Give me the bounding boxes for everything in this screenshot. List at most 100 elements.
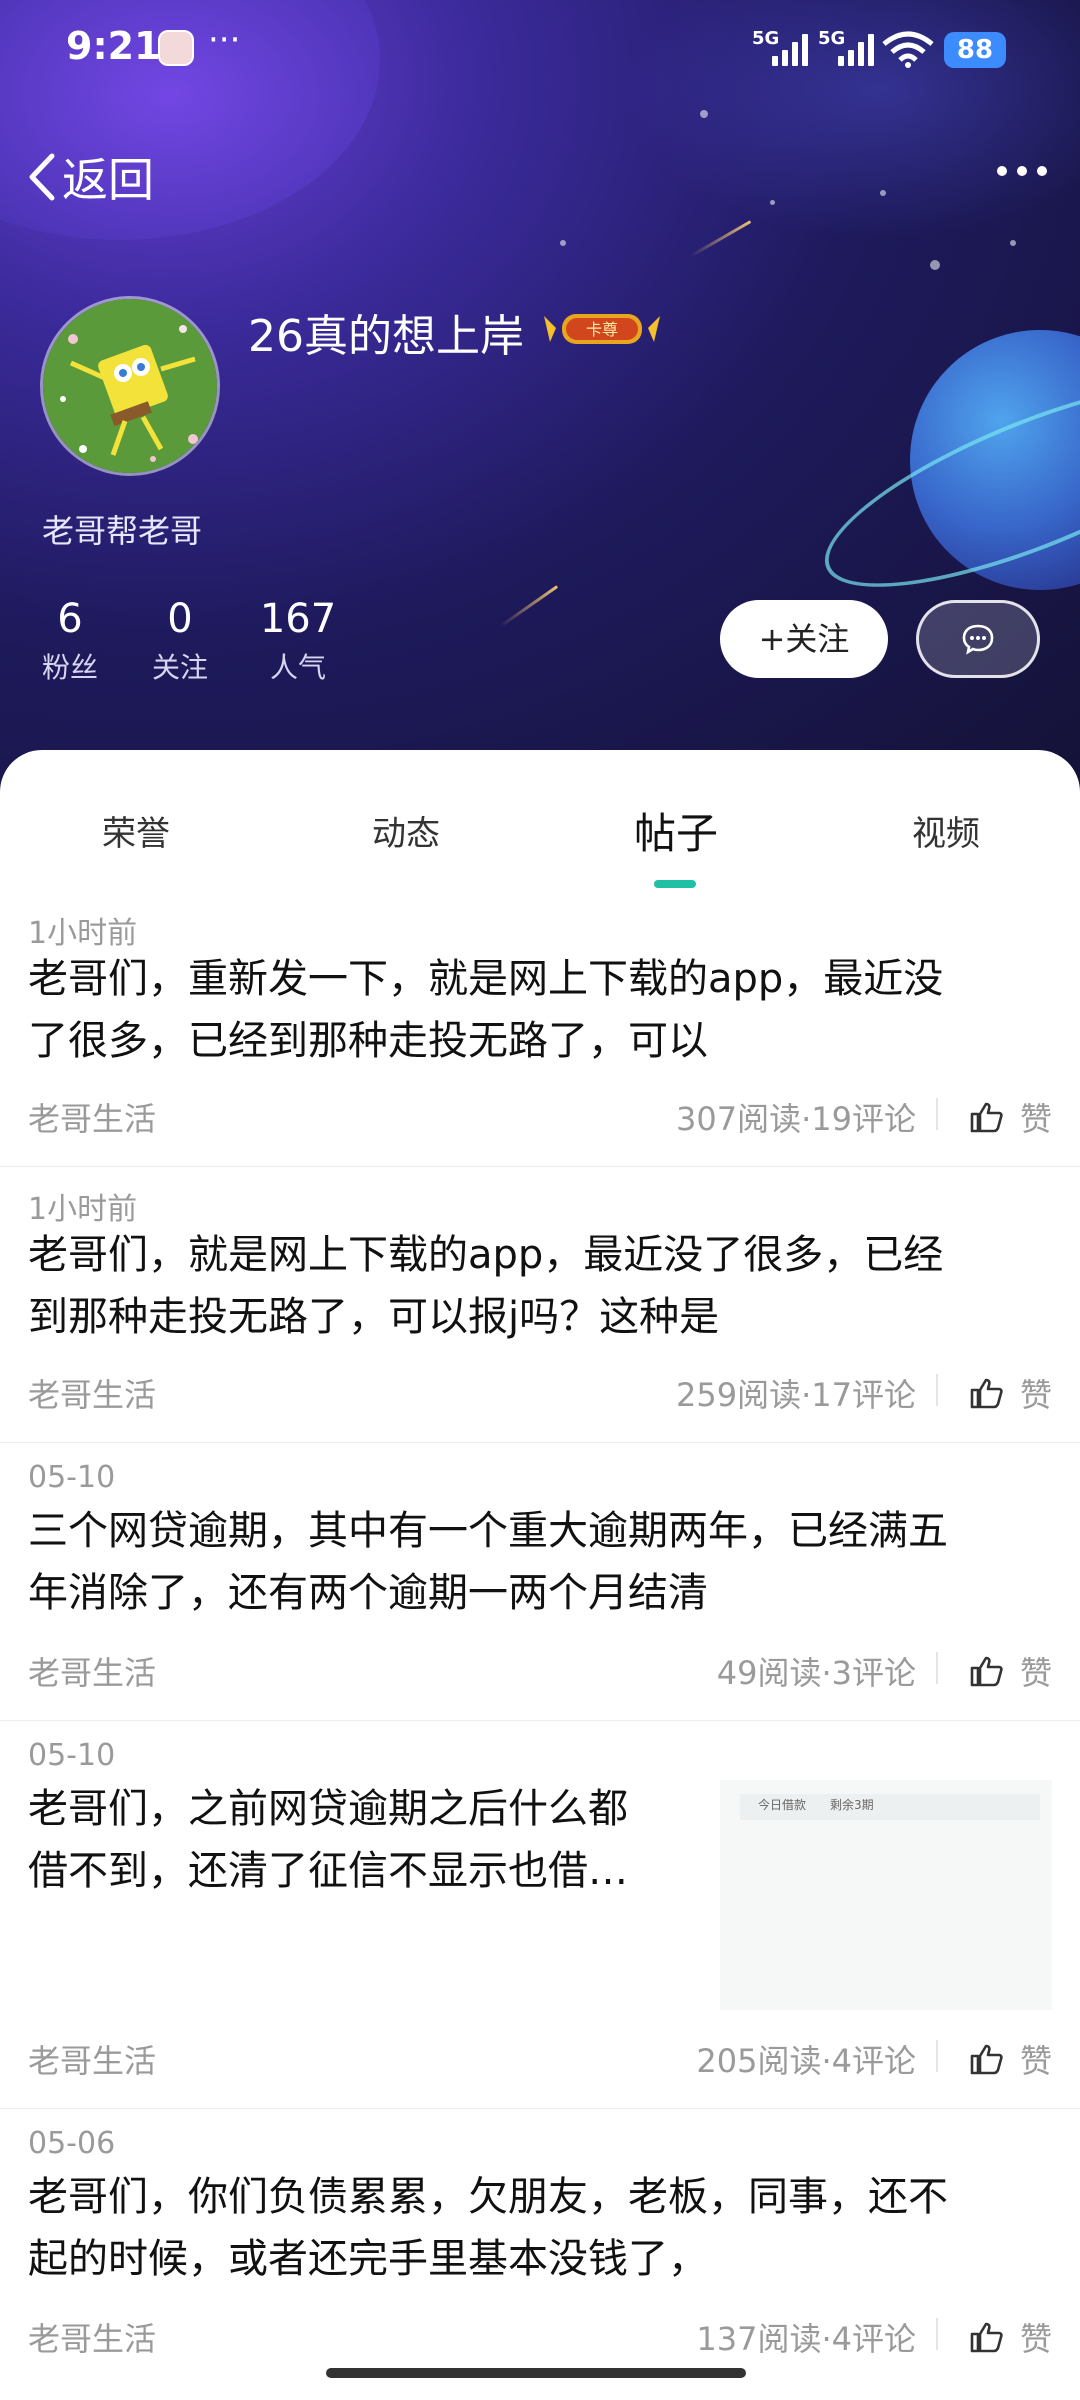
like-label: 赞 <box>1019 1100 1052 1138</box>
post-title-line: 借不到，还清了征信不显示也借… <box>28 1848 628 1894</box>
home-indicator[interactable] <box>326 2368 746 2378</box>
thumbnail-text: 剩余3期 <box>830 1798 874 1812</box>
post-category[interactable]: 老哥生活 <box>28 1648 156 1694</box>
wifi-icon <box>882 31 934 68</box>
thumbs-up-icon <box>970 1102 1003 1133</box>
star-decoration <box>700 110 708 118</box>
post-title: 老哥们，重新发一下，就是网上下载的app，最近没 了很多，已经到那种走投无路了，… <box>28 948 1048 1072</box>
stat-following[interactable]: 0 关注 <box>150 596 210 686</box>
avatar[interactable] <box>40 296 220 476</box>
like-label: 赞 <box>1019 2320 1052 2358</box>
more-icon[interactable] <box>992 156 1052 186</box>
profile-bio: 老哥帮老哥 <box>42 512 203 550</box>
post-category[interactable]: 老哥生活 <box>28 2314 156 2360</box>
signal-icon <box>772 32 808 66</box>
post-title-line: 老哥们，就是网上下载的app，最近没了很多，已经 <box>28 1232 944 1278</box>
star-decoration <box>880 190 886 196</box>
star-decoration <box>770 200 775 205</box>
tab-bar: 荣誉 动态 帖子 视频 <box>0 806 1080 886</box>
post-footer: 老哥生活 137阅读·4评论 赞 <box>28 2314 1052 2358</box>
stat-popularity: 167 人气 <box>256 596 340 686</box>
stat-label: 粉丝 <box>41 651 98 684</box>
stat-fans[interactable]: 6 粉丝 <box>40 596 100 686</box>
post-time: 05-10 <box>28 1460 116 1495</box>
post-category[interactable]: 老哥生活 <box>28 1094 156 1140</box>
signal-icon <box>838 32 874 66</box>
divider <box>936 1098 938 1130</box>
post-footer: 老哥生活 205阅读·4评论 赞 <box>28 2036 1052 2080</box>
stat-label: 关注 <box>151 651 208 684</box>
post-title-line: 老哥们，重新发一下，就是网上下载的app，最近没 <box>28 956 944 1002</box>
post-item[interactable]: 05-10 三个网贷逾期，其中有一个重大逾期两年，已经满五 年消除了，还有两个逾… <box>0 1442 1080 1721</box>
like-button[interactable]: 赞 <box>970 1648 1052 1694</box>
post-title-line: 三个网贷逾期，其中有一个重大逾期两年，已经满五 <box>28 1508 948 1554</box>
post-title-line: 到那种走投无路了，可以报j吗？这种是 <box>28 1294 720 1340</box>
follow-button[interactable]: +关注 <box>720 600 888 678</box>
stat-value: 6 <box>57 596 83 642</box>
post-footer: 老哥生活 49阅读·3评论 赞 <box>28 1648 1052 1692</box>
post-time: 05-10 <box>28 1738 116 1773</box>
post-title-line: 老哥们，之前网贷逾期之后什么都 <box>28 1786 628 1832</box>
thumbs-up-icon <box>970 1656 1003 1687</box>
star-decoration <box>560 240 566 246</box>
back-label: 返回 <box>62 153 154 207</box>
post-title-line: 起的时候，或者还完手里基本没钱了， <box>28 2236 708 2282</box>
like-button[interactable]: 赞 <box>970 1370 1052 1416</box>
meteor-decoration <box>499 585 559 628</box>
post-item[interactable]: 05-10 老哥们，之前网贷逾期之后什么都 借不到，还清了征信不显示也借… 今日… <box>0 1720 1080 2109</box>
vip-badge-text: 卡尊 <box>586 320 618 339</box>
thumbs-up-icon <box>970 1378 1003 1409</box>
post-counts: 205阅读·4评论 <box>696 2042 916 2080</box>
post-item[interactable]: 05-06 老哥们，你们负债累累，欠朋友，老板，同事，还不 起的时候，或者还完手… <box>0 2108 1080 2400</box>
post-title-line: 老哥们，你们负债累累，欠朋友，老板，同事，还不 <box>28 2174 948 2220</box>
post-title: 老哥们，之前网贷逾期之后什么都 借不到，还清了征信不显示也借… <box>28 1778 708 1902</box>
post-title: 老哥们，你们负债累累，欠朋友，老板，同事，还不 起的时候，或者还完手里基本没钱了… <box>28 2166 1048 2290</box>
stat-label: 人气 <box>269 651 326 684</box>
divider <box>936 1374 938 1406</box>
post-counts: 259阅读·17评论 <box>676 1376 916 1414</box>
profile-username: 26真的想上岸 <box>248 311 524 362</box>
like-button[interactable]: 赞 <box>970 2314 1052 2360</box>
stat-value: 0 <box>167 596 193 642</box>
post-title: 三个网贷逾期，其中有一个重大逾期两年，已经满五 年消除了，还有两个逾期一两个月结… <box>28 1500 1048 1624</box>
post-title-line: 年消除了，还有两个逾期一两个月结清 <box>28 1570 708 1616</box>
like-button[interactable]: 赞 <box>970 2036 1052 2082</box>
chat-bubble-icon <box>962 624 994 655</box>
status-time: 9:21 <box>66 24 161 68</box>
post-time: 1小时前 <box>28 1192 138 1227</box>
divider <box>936 2040 938 2072</box>
tab-posts[interactable]: 帖子 <box>576 800 776 861</box>
status-notification-icon <box>158 30 194 66</box>
divider <box>936 2318 938 2350</box>
thumbnail-text: 今日借款 <box>758 1798 807 1812</box>
tab-honors[interactable]: 荣誉 <box>36 806 236 855</box>
meteor-decoration <box>689 220 752 258</box>
tab-active-indicator <box>654 880 696 888</box>
battery-indicator: 88 <box>944 32 1006 68</box>
post-counts: 137阅读·4评论 <box>696 2320 916 2358</box>
post-category[interactable]: 老哥生活 <box>28 1370 156 1416</box>
post-time: 05-06 <box>28 2126 116 2161</box>
post-thumbnail[interactable]: 今日借款 剩余3期 <box>720 1780 1052 2010</box>
message-button[interactable] <box>916 600 1040 678</box>
status-more-dots: ··· <box>208 20 241 60</box>
post-footer: 老哥生活 259阅读·17评论 赞 <box>28 1370 1052 1414</box>
tab-activity[interactable]: 动态 <box>306 806 506 855</box>
post-footer: 老哥生活 307阅读·19评论 赞 <box>28 1094 1052 1138</box>
post-category[interactable]: 老哥生活 <box>28 2036 156 2082</box>
post-item[interactable]: 1小时前 老哥们，重新发一下，就是网上下载的app，最近没 了很多，已经到那种走… <box>0 900 1080 1167</box>
post-counts: 49阅读·3评论 <box>716 1654 916 1692</box>
back-button[interactable]: 返回 <box>26 144 154 210</box>
post-item[interactable]: 1小时前 老哥们，就是网上下载的app，最近没了很多，已经 到那种走投无路了，可… <box>0 1166 1080 1443</box>
status-bar: 9:21 ··· 5G 5G 88 <box>0 18 1080 78</box>
post-counts: 307阅读·19评论 <box>676 1100 916 1138</box>
star-decoration <box>1010 240 1016 246</box>
post-time: 1小时前 <box>28 916 138 951</box>
like-label: 赞 <box>1019 1376 1052 1414</box>
tab-videos[interactable]: 视频 <box>846 806 1046 855</box>
like-button[interactable]: 赞 <box>970 1094 1052 1140</box>
divider <box>936 1652 938 1684</box>
thumbs-up-icon <box>970 2044 1003 2075</box>
post-title: 老哥们，就是网上下载的app，最近没了很多，已经 到那种走投无路了，可以报j吗？… <box>28 1224 1048 1348</box>
vip-badge-icon: 卡尊 <box>544 314 660 344</box>
